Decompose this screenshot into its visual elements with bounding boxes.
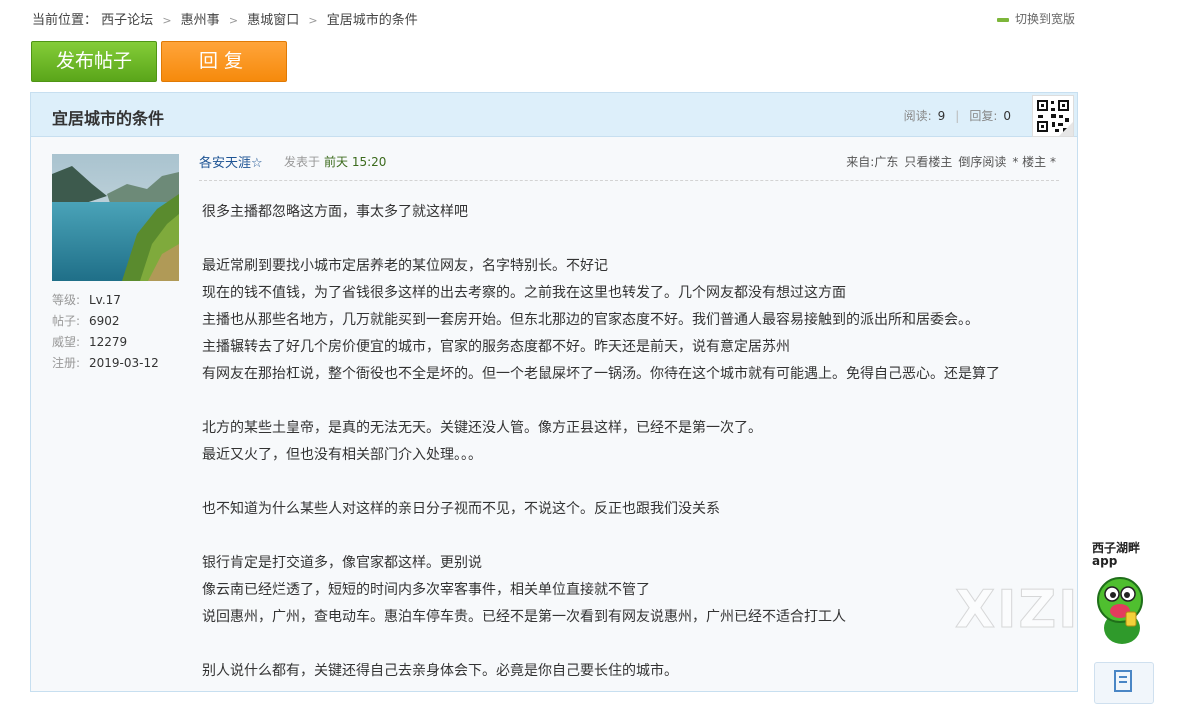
switch-wide-link[interactable]: 切换到宽版 [997,10,1075,27]
post-line: 很多主播都忽略这方面，事太多了就这样吧 [202,204,468,220]
profile-registered: 注册: 2019-03-12 [52,356,159,370]
breadcrumb-link-window[interactable]: 惠城窗口 [247,13,299,28]
app-promo[interactable]: 西子湖畔 app [1092,542,1162,648]
breadcrumb: 当前位置： 西子论坛 > 惠州事 > 惠城窗口 > 宜居城市的条件 [32,9,418,28]
chevron-right-icon: > [162,14,172,27]
post-line [202,226,1052,253]
post-line: 说回惠州，广州，查电动车。惠泊车停车贵。已经不是第一次看到有网友说惠州，广州已经… [202,609,846,625]
post-line: 最近又火了，但也没有相关部门介入处理。。。 [202,447,482,463]
post-line: 现在的钱不值钱，为了省钱很多这样的出去考察的。之前我在这里也转发了。几个网友都没… [202,285,846,301]
only-op-link[interactable]: 只看楼主 [904,155,952,169]
post-body: 很多主播都忽略这方面，事太多了就这样吧最近常刷到要找小城市定居养老的某位网友，名… [202,199,1052,685]
thread-header: 宜居城市的条件 阅读: 9 | 回复: 0 [31,93,1077,137]
thread-title: 宜居城市的条件 [52,109,165,128]
document-edit-icon [1114,670,1132,692]
chevron-right-icon: > [308,14,318,27]
post-meta: 各安天涯☆ 发表于 前天 15:20 来自:广东 只看楼主 倒序阅读 * 楼主 * [199,152,1059,181]
wide-switch-label: 切换到宽版 [1015,12,1076,26]
reply-label: 回复: [969,109,998,123]
thread-stats: 阅读: 9 | 回复: 0 [903,109,1011,123]
chevron-right-icon: > [228,14,239,27]
reply-count: 0 [1003,109,1011,123]
floor-label: * 楼主 * [1012,155,1056,169]
post-line: 北方的某些土皇帝，是真的无法无天。关键还没人管。像方正县这样，已经不是第一次了。 [202,420,762,436]
watermark-text: XIZI [955,580,1080,641]
author-link[interactable]: 各安天涯☆ [199,152,263,171]
user-profile: 等级: Lv.17 帖子: 6902 威望: 12279 注册: 2019-03-12 [52,290,159,374]
post-actions: 来自:广东 只看楼主 倒序阅读 * 楼主 * [846,153,1056,170]
post-line: 有网友在那抬杠说，整个衙役也不全是坏的。但一个老鼠屎坏了一锅汤。你待在这个城市就… [202,366,1000,382]
post-line: 最近常刷到要找小城市定居养老的某位网友，名字特别长。不好记 [202,258,608,274]
read-count: 9 [937,109,946,123]
thread-panel: 宜居城市的条件 阅读: 9 | 回复: 0 等级: Lv.17 帖子: 6902… [30,92,1078,692]
post-line [202,523,1052,550]
post-line: 银行肯定是打交道多，像官家都这样。更别说 [202,555,482,571]
post-line: 主播辗转去了好几个房价便宜的城市，官家的服务态度都不好。昨天还是前天，说有意定居… [202,339,790,355]
breadcrumb-link-forum[interactable]: 西子论坛 [101,13,153,28]
post-line [202,388,1052,415]
qr-code-icon[interactable] [1032,95,1074,137]
post-line: 也不知道为什么某些人对这样的亲日分子视而不见，不说这个。反正也跟我们没关系 [202,501,720,517]
breadcrumb-link-huizhou[interactable]: 惠州事 [181,13,220,28]
reply-button[interactable]: 回复 [161,41,287,82]
mascot-icon [1097,577,1143,644]
post-from: 来自:广东 [846,155,899,169]
wide-switch-icon [997,17,1009,22]
side-tool-button[interactable] [1094,662,1154,704]
post-time: 发表于 前天 15:20 [284,155,387,169]
new-post-button[interactable]: 发布帖子 [31,41,157,82]
reverse-order-link[interactable]: 倒序阅读 [958,155,1006,169]
post-line: 像云南已经烂透了，短短的时间内多次宰客事件，相关单位直接就不管了 [202,582,650,598]
post-line: 别人说什么都有，关键还得自己去亲身体会下。必竟是你自己要长住的城市。 [202,663,678,679]
post-line: 主播也从那些名地方，几万就能买到一套房开始。但东北那边的官家态度不好。我们普通人… [202,312,979,328]
read-label: 阅读: [903,109,932,123]
post-line [202,631,1052,658]
avatar[interactable] [52,154,179,281]
breadcrumb-current[interactable]: 宜居城市的条件 [327,13,418,28]
breadcrumb-prefix: 当前位置： [32,13,98,28]
profile-posts: 帖子: 6902 [52,314,120,328]
post-line [202,469,1052,496]
app-promo-subtitle: app [1092,554,1118,568]
profile-level: 等级: Lv.17 [52,293,121,307]
profile-prestige: 威望: 12279 [52,335,128,349]
